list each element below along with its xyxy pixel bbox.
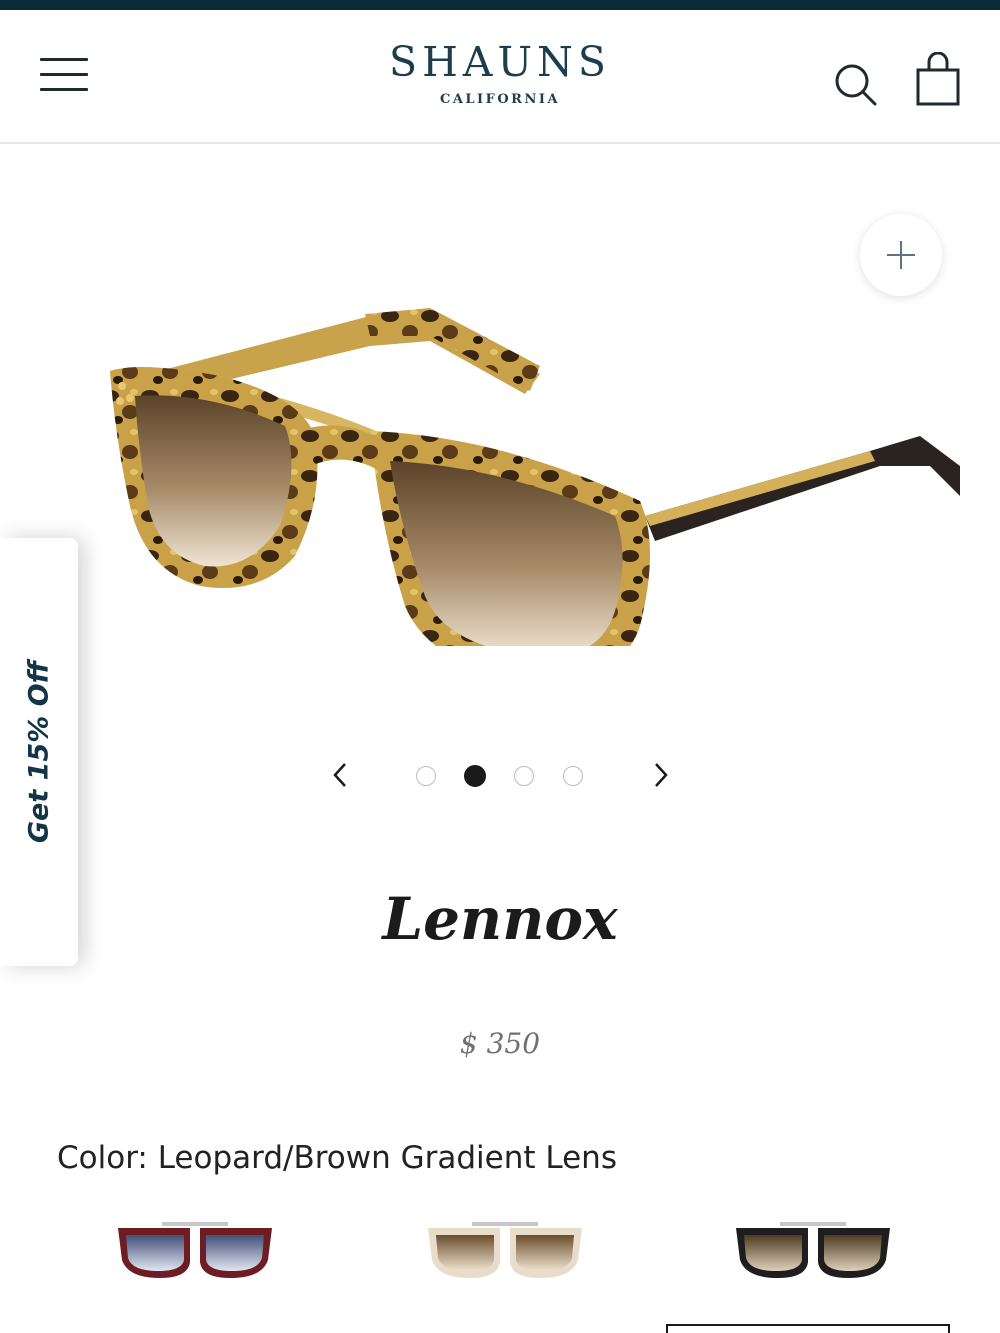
carousel-dot-3[interactable] (514, 766, 534, 786)
selected-swatch-indicator (666, 1324, 950, 1333)
carousel-dot-2-active[interactable] (464, 765, 486, 787)
cart-button[interactable] (914, 51, 962, 108)
shopping-bag-icon (916, 51, 960, 106)
hamburger-menu-icon (40, 58, 88, 61)
clear-brown-gradient-sunglasses (428, 1222, 582, 1278)
swatch-clear-brown[interactable] (420, 1210, 590, 1290)
plus-icon (887, 241, 915, 269)
swatch-burgundy-blue[interactable] (110, 1210, 280, 1290)
search-icon (835, 64, 877, 106)
brand-logo[interactable]: SHAUNS CALIFORNIA (330, 38, 670, 107)
carousel-next-button[interactable] (645, 760, 675, 790)
product-image-gallery (0, 146, 1000, 806)
search-button[interactable] (830, 60, 880, 110)
chevron-left-icon (333, 763, 346, 787)
product-price: $ 350 (459, 1027, 541, 1060)
top-accent-bar (0, 0, 1000, 10)
carousel-dot-4[interactable] (563, 766, 583, 786)
swatch-black-brown-selected[interactable] (728, 1210, 898, 1290)
brand-tagline: CALIFORNIA (439, 92, 561, 107)
hamburger-line (40, 73, 88, 76)
burgundy-blue-gradient-sunglasses (118, 1222, 272, 1278)
site-header: SHAUNS CALIFORNIA (0, 10, 1000, 144)
product-title: Lennox (382, 885, 618, 953)
carousel-prev-button[interactable] (326, 760, 356, 790)
chevron-right-icon (655, 763, 668, 787)
color-label: Color: Leopard/Brown Gradient Lens (57, 1140, 617, 1176)
carousel-dot-1[interactable] (416, 766, 436, 786)
black-brown-gradient-sunglasses (736, 1222, 890, 1278)
discount-label: Get 15% Off (23, 660, 55, 844)
hamburger-line (40, 88, 88, 91)
product-image-sunglasses[interactable] (100, 226, 980, 646)
menu-button[interactable] (40, 56, 90, 96)
brand-name: SHAUNS (389, 38, 611, 86)
zoom-button[interactable] (860, 214, 942, 296)
